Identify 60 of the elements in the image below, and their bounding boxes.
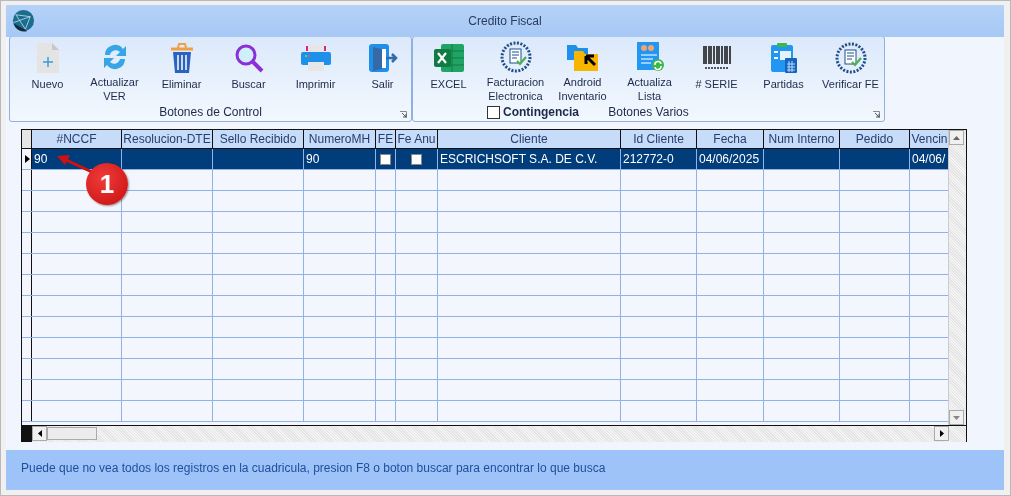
scroll-up-icon[interactable] [953,135,960,140]
table-cell: 90 [34,152,48,166]
column-header[interactable]: Fe Anu [396,130,438,148]
clipboard-calculator-icon [768,42,799,74]
dialog-launcher-icon[interactable] [873,111,880,118]
scroll-left-icon[interactable] [37,430,42,437]
globe-logo-icon [12,9,35,32]
table-cell: 212772-0 [623,152,674,166]
document-check-seal-icon [834,42,867,74]
table-cell: 04/06/ [912,152,946,166]
checkbox-square[interactable] [487,105,500,119]
column-header[interactable]: Num Interno [764,130,840,148]
toolbar-button[interactable]: Facturacion Electronica [482,41,549,103]
toolbar-button[interactable]: Android Inventario [549,41,616,103]
toolbar-button[interactable]: Buscar [215,41,282,103]
current-row-icon [25,155,30,163]
column-header[interactable]: FE [376,130,396,148]
table-row[interactable]: 90 90 ESCRICHSOFT S.A. DE C.V. 212772-0 04/06/2025 04/06/ [22,149,948,170]
column-header[interactable]: Resolucion-DTE [122,130,213,148]
horizontal-scrollbar[interactable] [22,425,966,442]
status-text: Puede que no vea todos los registros en la cuadricula, presion F8 o boton buscar para encontrar lo que busca [21,461,606,475]
file-plus-icon [35,42,60,74]
column-header[interactable]: NumeroMH [304,130,376,148]
vertical-scrollbar[interactable] [948,130,966,425]
column-header[interactable]: #NCCF [32,130,122,148]
scrollbar-thumb[interactable] [47,427,97,440]
column-header[interactable]: Pedido [840,130,910,148]
toolbar-button[interactable]: Partidas [750,41,817,103]
trash-can-icon [168,42,195,74]
toolbar-button[interactable]: Verificar FE [817,41,884,103]
exit-door-icon [366,42,399,74]
barcode-icon [701,44,732,72]
cell-checkbox[interactable] [380,153,391,165]
cell-checkbox[interactable] [411,153,422,165]
table-cell: ESCRICHSOFT S.A. DE C.V. [440,152,598,166]
table-cell: 90 [306,152,320,166]
contact-list-refresh-icon [634,41,665,73]
toolbar-button[interactable]: # SERIE [683,41,750,103]
window-title: Credito Fiscal [468,14,542,28]
toolbar-button[interactable]: Actualizar VER [81,41,148,103]
toolbar-button[interactable]: Nuevo [14,41,81,103]
spreadsheet-icon [432,42,465,74]
contingencia-checkbox[interactable]: Contingencia [487,105,579,119]
document-check-seal-icon [499,41,532,73]
column-header[interactable]: Cliente [438,130,621,148]
column-header[interactable]: Fecha [697,130,764,148]
group-label: Botones Varios [608,105,689,119]
dialog-launcher-icon[interactable] [400,111,407,118]
scroll-right-icon[interactable] [939,430,944,437]
toolbar-button[interactable]: Eliminar [148,41,215,103]
group-label: Botones de Control [159,105,262,119]
column-header[interactable]: Sello Recibido [213,130,304,148]
row-header[interactable] [22,149,32,169]
printer-icon [299,42,332,74]
column-header[interactable]: Id Cliente [621,130,697,148]
toolbar-button[interactable]: EXCEL [415,41,482,103]
table-cell: 04/06/2025 [699,152,760,166]
toolbar-button[interactable]: Imprimir [282,41,349,103]
toolbar-button[interactable]: Actualiza Lista [616,41,683,103]
scroll-down-icon[interactable] [953,415,960,420]
